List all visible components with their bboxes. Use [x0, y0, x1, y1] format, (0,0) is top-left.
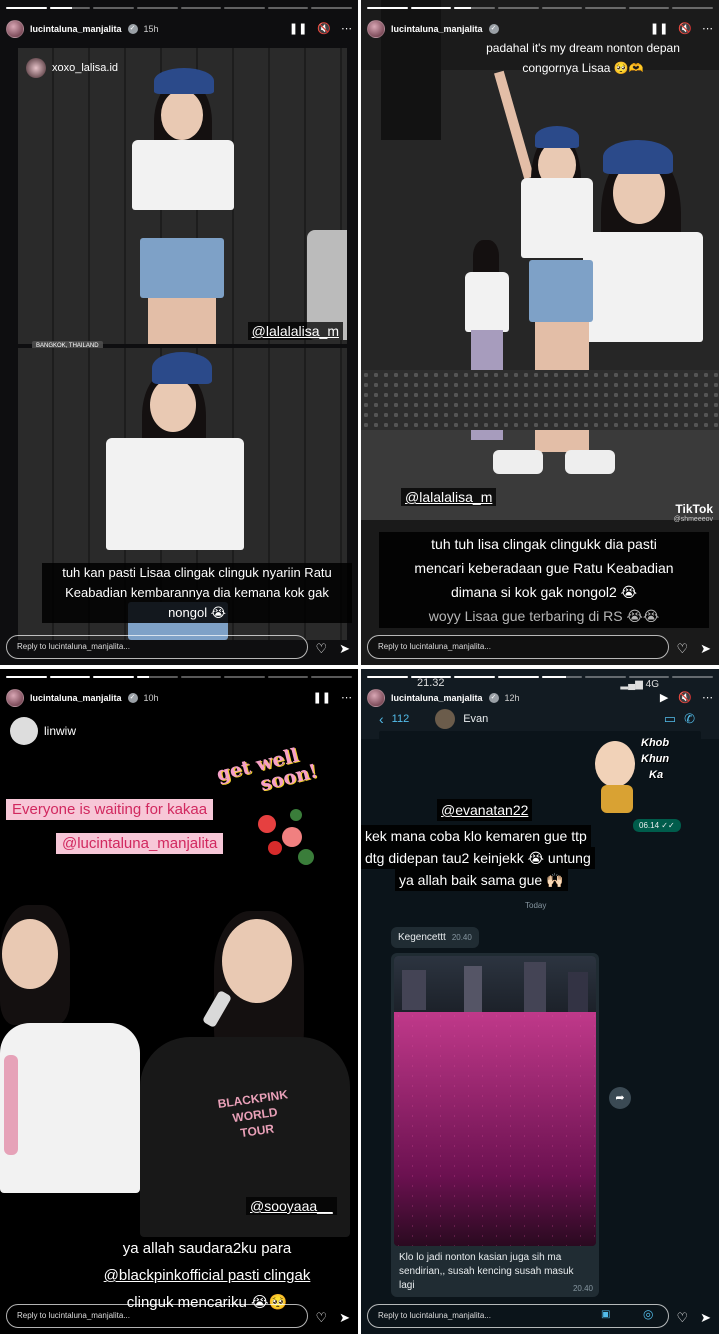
- post-time: 10h: [143, 693, 159, 703]
- mute-icon[interactable]: 🔇: [678, 692, 692, 704]
- contact-avatar: [435, 709, 456, 729]
- verified-icon: ✓: [488, 693, 499, 703]
- story-progress: [367, 7, 713, 10]
- screen-figure: [583, 140, 703, 370]
- send-icon[interactable]: ➤: [339, 1311, 350, 1324]
- performer-figure: [118, 68, 248, 344]
- story-panel-3: lucintaluna_manjalita ✓ 10h ❚❚ ⋯ linwiw …: [0, 669, 358, 1334]
- mute-icon[interactable]: 🔇: [678, 23, 692, 35]
- camera-icon[interactable]: ◎: [643, 1307, 653, 1321]
- sticker-icon[interactable]: ▣: [601, 1309, 610, 1320]
- avatar[interactable]: [367, 689, 385, 707]
- verified-icon: ✓: [127, 24, 138, 34]
- story-progress: [6, 676, 352, 679]
- tiktok-watermark: TikTok @shmeeeov: [673, 502, 713, 523]
- repost-avatar: [10, 717, 38, 745]
- outgoing-sticker-time: 06.14 ✓✓: [633, 819, 681, 832]
- story-caption: kek mana coba klo kemaren gue ttp dtg di…: [361, 825, 623, 891]
- pause-icon[interactable]: ❚❚: [313, 692, 331, 704]
- story-header: lucintaluna_manjalita ✓ 12h ▶ 🔇 ⋯: [367, 685, 713, 711]
- day-label: Today: [525, 901, 547, 910]
- repost-header: xoxo_lalisa.id: [26, 58, 118, 78]
- pink-text-line-1: Everyone is waiting for kakaa: [6, 799, 214, 820]
- story-panel-4: 21.32 ▂▄▆ 4G lucintaluna_manjalita ✓ 12h…: [361, 669, 719, 1334]
- mention-tag[interactable]: @lalalalisa_m: [247, 322, 343, 340]
- story-panel-2: lucintaluna_manjalita ✓ ❚❚ 🔇 ⋯ padahal i…: [361, 0, 719, 665]
- repost-username: xoxo_lalisa.id: [52, 62, 119, 74]
- story-caption: tuh kan pasti Lisaa clingak clinguk nyar…: [42, 563, 352, 623]
- verified-icon: ✓: [127, 693, 138, 703]
- incoming-message[interactable]: Kegencettt 20.40: [391, 927, 479, 948]
- heart-icon[interactable]: ♡: [315, 642, 327, 655]
- avatar[interactable]: [367, 20, 385, 38]
- mention-tag[interactable]: @evanatan22: [437, 799, 533, 821]
- post-time: 12h: [504, 693, 520, 703]
- play-icon[interactable]: ▶: [660, 692, 668, 704]
- more-icon[interactable]: ⋯: [702, 692, 713, 704]
- post-time: 15h: [143, 24, 159, 34]
- khob-khun-ka-sticker: Khob Khun Ka: [591, 735, 675, 815]
- reply-input[interactable]: Reply to lucintaluna_manjalita...: [6, 635, 308, 659]
- repost-avatar: [26, 58, 46, 78]
- story-panel-1: lucintaluna_manjalita ✓ 15h ❚❚ 🔇 ⋯ xoxo_…: [0, 0, 358, 665]
- story-header: lucintaluna_manjalita ✓ 10h ❚❚ ⋯: [6, 685, 352, 711]
- mention-tag[interactable]: @lalalalisa_m: [401, 488, 497, 506]
- message-text: Klo lo jadi nonton kasian juga sih ma se…: [399, 1252, 574, 1291]
- username[interactable]: lucintaluna_manjalita: [391, 24, 483, 34]
- repost-username: linwiw: [44, 724, 77, 738]
- story-header: lucintaluna_manjalita ✓ 15h ❚❚ 🔇 ⋯: [6, 16, 352, 42]
- verified-icon: ✓: [488, 24, 499, 34]
- audience: [361, 370, 719, 430]
- more-icon[interactable]: ⋯: [702, 23, 713, 35]
- back-count[interactable]: 112: [392, 713, 410, 725]
- username[interactable]: lucintaluna_manjalita: [391, 693, 483, 703]
- forward-icon[interactable]: ➦: [609, 1087, 631, 1109]
- get-well-sticker: get well soon!: [214, 744, 320, 796]
- username[interactable]: lucintaluna_manjalita: [30, 24, 122, 34]
- reply-input[interactable]: Reply to lucintaluna_manjalita...: [367, 635, 669, 659]
- pink-text-line-2[interactable]: @lucintaluna_manjalita: [56, 833, 224, 854]
- more-icon[interactable]: ⋯: [341, 692, 352, 704]
- send-icon[interactable]: ➤: [339, 642, 350, 655]
- story-photo-top: xoxo_lalisa.id @lalalalisa_m: [18, 48, 347, 344]
- send-icon[interactable]: ➤: [700, 642, 711, 655]
- video-call-icon[interactable]: ▭: [664, 711, 676, 727]
- mention-tag[interactable]: @sooyaaa__: [246, 1197, 337, 1215]
- send-icon[interactable]: ➤: [700, 1311, 711, 1324]
- avatar[interactable]: [6, 20, 24, 38]
- reply-input[interactable]: Reply to lucintaluna_manjalita...: [367, 1304, 669, 1328]
- phone-icon[interactable]: ✆: [684, 711, 695, 727]
- incoming-image-message[interactable]: Klo lo jadi nonton kasian juga sih ma se…: [391, 953, 599, 1297]
- pause-icon[interactable]: ❚❚: [289, 23, 307, 35]
- message-time: 20.40: [572, 1284, 593, 1293]
- reply-input[interactable]: Reply to lucintaluna_manjalita...: [6, 1304, 308, 1328]
- heart-icon[interactable]: ♡: [676, 642, 688, 655]
- heart-icon[interactable]: ♡: [676, 1311, 688, 1324]
- repost-header: linwiw: [10, 717, 76, 745]
- heart-icon[interactable]: ♡: [315, 1311, 327, 1324]
- concert-crowd-image[interactable]: [394, 956, 596, 1246]
- username[interactable]: lucintaluna_manjalita: [30, 693, 122, 703]
- left-performer: [0, 905, 140, 1205]
- contact-name[interactable]: Evan: [463, 713, 488, 725]
- pause-icon[interactable]: ❚❚: [650, 23, 668, 35]
- mute-icon[interactable]: 🔇: [317, 23, 331, 35]
- top-caption: padahal it's my dream nonton depan congo…: [486, 41, 680, 75]
- more-icon[interactable]: ⋯: [341, 23, 352, 35]
- story-caption: tuh tuh lisa clingak clingukk dia pasti …: [379, 532, 709, 628]
- story-progress: [6, 7, 352, 10]
- avatar[interactable]: [6, 689, 24, 707]
- whatsapp-chat-header: ‹ 112 Evan ▭ ✆: [379, 709, 701, 729]
- back-icon[interactable]: ‹: [379, 711, 384, 727]
